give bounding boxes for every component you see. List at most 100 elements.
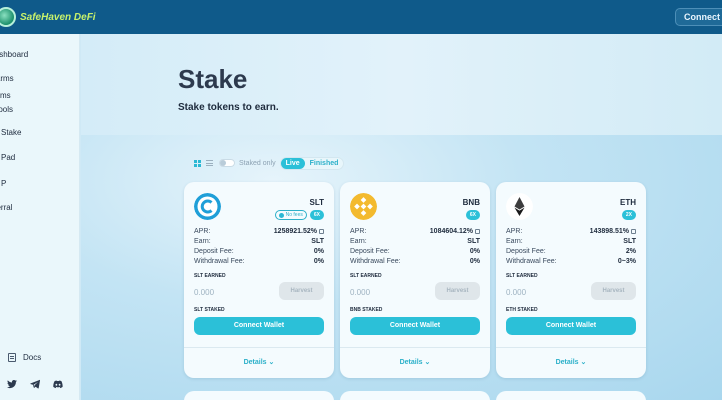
sidebar-item-p[interactable]: P: [1, 179, 6, 188]
deposit-fee-value: 0%: [469, 248, 480, 255]
apr-row: APR: 143898.51%: [506, 228, 636, 235]
check-icon: [278, 212, 284, 218]
connect-wallet-button[interactable]: Connect Wallet: [506, 317, 636, 335]
no-fees-label: No fees: [285, 212, 303, 218]
sidebar: Dashboard Farms Farms Pools Stake Pad P …: [0, 34, 80, 400]
sidebar-item-pad[interactable]: Pad: [1, 153, 15, 162]
card-divider: [340, 347, 490, 348]
apr-value: 1084604.12%: [429, 228, 473, 235]
earn-value: SLT: [623, 238, 636, 245]
details-toggle[interactable]: Details ⌄: [184, 358, 334, 366]
harvest-button[interactable]: Harvest: [279, 282, 324, 300]
sidebar-item-farms[interactable]: Farms: [0, 74, 14, 83]
saferhaven-token-icon: [194, 193, 221, 220]
docs-label: Docs: [23, 353, 42, 362]
earn-label: Earn:: [350, 238, 367, 245]
earned-value: 0.000: [194, 288, 215, 297]
apr-label: APR:: [350, 228, 367, 235]
staked-only-toggle[interactable]: [219, 159, 235, 167]
deposit-fee-row: Deposit Fee: 0%: [194, 248, 324, 255]
withdrawal-fee-row: Withdrawal Fee: 0%: [350, 258, 480, 265]
apr-row: APR: 1084604.12%: [350, 228, 480, 235]
bnb-token-icon: [350, 193, 377, 220]
deposit-fee-value: 2%: [625, 248, 636, 255]
staked-only-label: Staked only: [239, 159, 276, 167]
harvest-button[interactable]: Harvest: [591, 282, 636, 300]
pool-name: SLT: [309, 198, 324, 207]
details-label: Details: [555, 359, 579, 366]
apr-value: 1258921.52%: [273, 228, 317, 235]
calculator-icon[interactable]: [475, 229, 480, 234]
details-toggle[interactable]: Details ⌄: [340, 358, 490, 366]
calculator-icon[interactable]: [631, 229, 636, 234]
eth-token-icon: [506, 193, 533, 220]
withdrawal-fee-value: 0%: [469, 258, 480, 265]
page-title: Stake: [178, 64, 248, 94]
social-links: [7, 379, 63, 389]
list-view-icon[interactable]: [206, 160, 213, 166]
hero-banner: Stake Stake tokens to earn.: [81, 34, 722, 135]
pool-badges: 2X: [621, 210, 636, 220]
withdrawal-fee-label: Withdrawal Fee:: [350, 258, 401, 265]
apr-label: APR:: [194, 228, 211, 235]
earn-row: Earn: SLT: [506, 238, 636, 245]
document-icon: [8, 353, 16, 362]
withdrawal-fee-label: Withdrawal Fee:: [194, 258, 245, 265]
chevron-down-icon: ⌄: [424, 359, 431, 366]
main-content: Stake Stake tokens to earn. Staked only …: [81, 34, 722, 400]
discord-icon[interactable]: [53, 379, 63, 389]
twitter-icon[interactable]: [7, 379, 17, 389]
staked-label: BNB STAKED: [350, 307, 383, 313]
brand[interactable]: SafeHaven DeFi: [0, 7, 96, 27]
multiplier-badge: 6X: [465, 210, 480, 220]
grid-view-icon[interactable]: [194, 159, 201, 167]
pool-card-peek: [340, 391, 490, 400]
no-fees-badge: No fees: [274, 210, 307, 220]
multiplier-badge: 2X: [621, 210, 636, 220]
deposit-fee-row: Deposit Fee: 0%: [350, 248, 480, 255]
tab-live[interactable]: Live: [280, 157, 305, 169]
sidebar-item-farms-2[interactable]: Farms: [0, 91, 11, 100]
apr-row: APR: 1258921.52%: [194, 228, 324, 235]
tab-finished[interactable]: Finished: [305, 158, 344, 169]
sidebar-item-docs[interactable]: Docs: [8, 353, 41, 362]
earned-label: SLT EARNED: [506, 273, 538, 279]
sidebar-item-dashboard[interactable]: Dashboard: [0, 50, 28, 59]
chevron-down-icon: ⌄: [268, 359, 275, 366]
connect-wallet-button[interactable]: Connect Wallet: [350, 317, 480, 335]
staked-label: ETH STAKED: [506, 307, 538, 313]
details-toggle[interactable]: Details ⌄: [496, 358, 646, 366]
pool-card-eth: ETH 2X APR: 143898.51% Earn: SLT Deposit F…: [496, 182, 646, 378]
connect-wallet-button[interactable]: Connect Wallet: [675, 8, 722, 26]
pool-name: BNB: [462, 198, 480, 207]
chevron-down-icon: ⌄: [580, 359, 587, 366]
connect-wallet-button[interactable]: Connect Wallet: [194, 317, 324, 335]
staked-label: SLT STAKED: [194, 307, 225, 313]
earn-row: Earn: SLT: [350, 238, 480, 245]
telegram-icon[interactable]: [30, 379, 40, 389]
brand-name: SafeHaven DeFi: [20, 11, 96, 23]
pool-card-slt: SLT No fees 6X APR: 1258921.52% Earn: SLT …: [184, 182, 334, 378]
live-finished-tabs: Live Finished: [279, 156, 345, 170]
pool-card-peek: [184, 391, 334, 400]
harvest-button[interactable]: Harvest: [435, 282, 480, 300]
sidebar-item-stake[interactable]: Stake: [1, 128, 21, 137]
withdrawal-fee-value: 0%: [313, 258, 324, 265]
sidebar-item-pools[interactable]: Pools: [0, 105, 13, 114]
sidebar-item-referral[interactable]: Referral: [0, 203, 12, 212]
withdrawal-fee-label: Withdrawal Fee:: [506, 258, 557, 265]
earned-value: 0.000: [350, 288, 371, 297]
details-label: Details: [243, 359, 267, 366]
calculator-icon[interactable]: [319, 229, 324, 234]
multiplier-badge: 6X: [309, 210, 324, 220]
card-divider: [184, 347, 334, 348]
apr-value: 143898.51%: [589, 228, 629, 235]
withdrawal-fee-row: Withdrawal Fee: 0%: [194, 258, 324, 265]
earned-label: SLT EARNED: [194, 273, 226, 279]
page-subtitle: Stake tokens to earn.: [178, 102, 279, 113]
deposit-fee-row: Deposit Fee: 2%: [506, 248, 636, 255]
pool-card-peek: [496, 391, 646, 400]
top-bar: SafeHaven DeFi Connect Wallet: [0, 0, 722, 34]
earned-label: SLT EARNED: [350, 273, 382, 279]
earn-value: SLT: [311, 238, 324, 245]
